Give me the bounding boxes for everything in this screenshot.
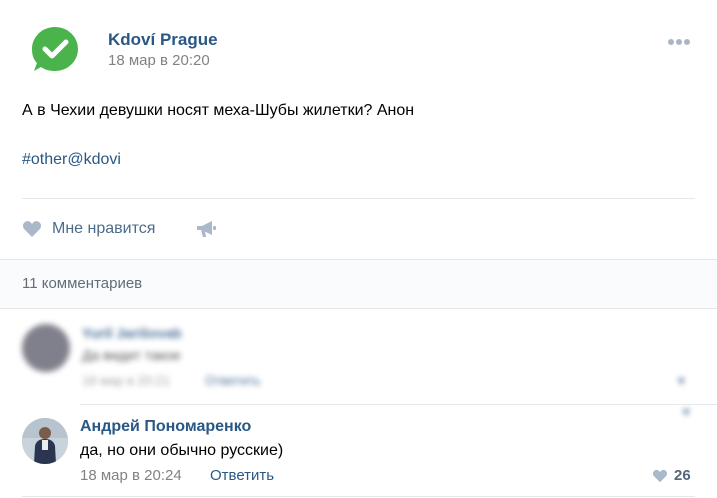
chevron-down-icon[interactable]: ▾ xyxy=(683,404,690,420)
post-text: А в Чехии девушки носят меха-Шубы жилетк… xyxy=(22,102,415,119)
heart-icon xyxy=(653,469,667,482)
comments-header: 11 комментариев xyxy=(0,259,717,309)
divider xyxy=(22,496,695,497)
group-name[interactable]: Kdoví Prague xyxy=(108,30,218,50)
group-logo[interactable] xyxy=(30,25,80,75)
comment-time[interactable]: 18 мар в 20:24 xyxy=(80,467,182,484)
comment-author[interactable]: Андрей Пономаренко xyxy=(80,418,251,436)
like-label: Мне нравится xyxy=(52,220,156,237)
reply-button[interactable]: Ответить xyxy=(210,467,274,484)
avatar-image xyxy=(22,418,68,464)
like-count: 26 xyxy=(674,467,691,484)
blurred-comment: Yuriĭ Jarišovab Да видит такое 18 мар в … xyxy=(0,310,717,419)
more-options-icon[interactable] xyxy=(668,32,696,46)
like-button[interactable]: Мне нравится xyxy=(22,218,155,240)
divider xyxy=(80,404,717,405)
comment-text: Да видит такое xyxy=(82,347,181,363)
comment-text: да, но они обычно русские) xyxy=(80,442,284,459)
comment-author[interactable]: Yuriĭ Jarišovab xyxy=(82,325,182,341)
reply-button[interactable]: Ответить xyxy=(205,373,261,388)
avatar[interactable] xyxy=(22,418,68,464)
chevron-down-icon[interactable]: ▾ xyxy=(678,373,685,389)
post-hashtag[interactable]: #other@kdovi xyxy=(22,151,121,169)
post-header: Kdoví Prague 18 мар в 20:20 xyxy=(0,0,717,90)
avatar[interactable] xyxy=(22,324,70,372)
heart-icon xyxy=(23,221,41,237)
comment-like-button[interactable]: 26 xyxy=(652,467,691,484)
comments-count[interactable]: 11 комментариев xyxy=(22,275,142,292)
share-button[interactable] xyxy=(195,219,217,239)
check-speech-bubble-icon xyxy=(32,27,78,71)
divider xyxy=(22,198,695,199)
megaphone-icon xyxy=(197,221,216,237)
comment-time[interactable]: 18 мар в 20:21 xyxy=(82,373,170,388)
post-time[interactable]: 18 мар в 20:20 xyxy=(108,52,210,69)
